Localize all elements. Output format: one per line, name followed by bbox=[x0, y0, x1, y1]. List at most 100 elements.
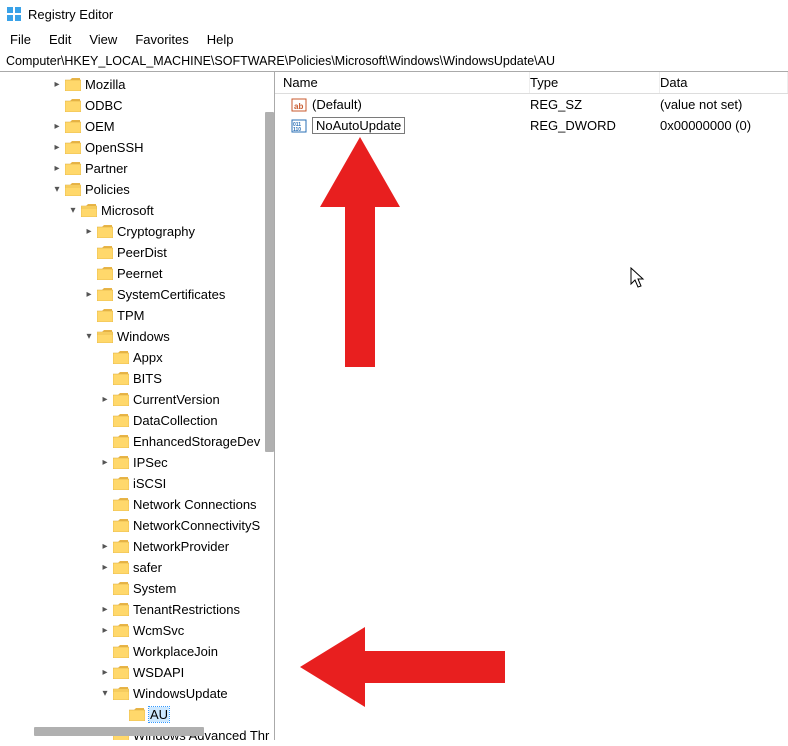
expand-toggle-icon[interactable]: ▸ bbox=[98, 625, 112, 636]
folder-icon bbox=[129, 708, 145, 721]
column-name[interactable]: Name bbox=[275, 72, 530, 93]
tree-node[interactable]: ▸Mozilla bbox=[0, 74, 274, 95]
expand-toggle-icon[interactable]: ▸ bbox=[50, 100, 64, 111]
expand-toggle-icon[interactable]: ▸ bbox=[98, 583, 112, 594]
folder-icon bbox=[113, 498, 129, 511]
expand-toggle-icon[interactable]: ▸ bbox=[98, 667, 112, 678]
tree-node[interactable]: ▸WcmSvc bbox=[0, 620, 274, 641]
tree-node[interactable]: ▾ WindowsUpdate bbox=[0, 683, 274, 704]
folder-icon bbox=[113, 435, 129, 448]
tree-node[interactable]: ▸ NetworkProvider bbox=[0, 536, 274, 557]
tree-node[interactable]: ▸Appx bbox=[0, 347, 274, 368]
annotation-arrow-left-icon bbox=[300, 627, 505, 707]
expand-toggle-icon[interactable]: ▸ bbox=[82, 268, 96, 279]
folder-icon bbox=[65, 141, 81, 154]
expand-toggle-icon[interactable]: ▸ bbox=[98, 499, 112, 510]
folder-icon bbox=[113, 372, 129, 385]
expand-toggle-icon[interactable]: ▸ bbox=[98, 520, 112, 531]
tree-node[interactable]: ▸ Partner bbox=[0, 158, 274, 179]
tree-node-label: DataCollection bbox=[133, 413, 218, 428]
expand-toggle-icon[interactable]: ▸ bbox=[50, 79, 64, 90]
tree-node[interactable]: ▸ DataCollection bbox=[0, 410, 274, 431]
tree-node[interactable]: ▸ WorkplaceJoin bbox=[0, 641, 274, 662]
folder-icon bbox=[113, 624, 129, 637]
tree-node-label: NetworkProvider bbox=[133, 539, 229, 554]
expand-toggle-icon[interactable]: ▸ bbox=[98, 436, 112, 447]
tree-node[interactable]: ▸CurrentVersion bbox=[0, 389, 274, 410]
expand-toggle-icon[interactable]: ▸ bbox=[98, 373, 112, 384]
expand-toggle-icon[interactable]: ▸ bbox=[50, 163, 64, 174]
tree-node-label: Partner bbox=[85, 161, 128, 176]
tree-node-label: BITS bbox=[133, 371, 162, 386]
tree-node[interactable]: ▸ Network Connections bbox=[0, 494, 274, 515]
tree-node[interactable]: ▾Windows bbox=[0, 326, 274, 347]
expand-toggle-icon[interactable]: ▸ bbox=[98, 562, 112, 573]
menu-edit[interactable]: Edit bbox=[49, 32, 71, 47]
tree-node[interactable]: ▸Cryptography bbox=[0, 221, 274, 242]
column-type[interactable]: Type bbox=[530, 72, 660, 93]
vertical-scrollbar-thumb[interactable] bbox=[265, 112, 274, 452]
tree-node[interactable]: ▸System bbox=[0, 578, 274, 599]
tree-node[interactable]: ▸ WSDAPI bbox=[0, 662, 274, 683]
tree-node[interactable]: ▸IPSec bbox=[0, 452, 274, 473]
column-data[interactable]: Data bbox=[660, 72, 788, 93]
value-name[interactable]: NoAutoUpdate bbox=[312, 117, 405, 134]
tree-node[interactable]: ▾Microsoft bbox=[0, 200, 274, 221]
expand-toggle-icon[interactable]: ▸ bbox=[82, 310, 96, 321]
tree-node[interactable]: ▸EnhancedStorageDev bbox=[0, 431, 274, 452]
tree-node[interactable]: ▸OpenSSH bbox=[0, 137, 274, 158]
expand-toggle-icon[interactable]: ▸ bbox=[50, 142, 64, 153]
tree-node[interactable]: ▸TenantRestrictions bbox=[0, 599, 274, 620]
tree-node[interactable]: ▸AU bbox=[0, 704, 274, 725]
folder-icon bbox=[113, 603, 129, 616]
expand-toggle-icon[interactable]: ▸ bbox=[82, 226, 96, 237]
expand-toggle-icon[interactable]: ▸ bbox=[98, 415, 112, 426]
expand-toggle-icon[interactable]: ▾ bbox=[50, 184, 64, 195]
menu-file[interactable]: File bbox=[10, 32, 31, 47]
tree-node[interactable]: ▸ BITS bbox=[0, 368, 274, 389]
expand-toggle-icon[interactable]: ▸ bbox=[98, 394, 112, 405]
address-bar[interactable]: Computer\HKEY_LOCAL_MACHINE\SOFTWARE\Pol… bbox=[0, 51, 788, 72]
menu-help[interactable]: Help bbox=[207, 32, 234, 47]
expand-toggle-icon[interactable]: ▸ bbox=[114, 709, 128, 720]
tree-node[interactable]: ▸ODBC bbox=[0, 95, 274, 116]
folder-icon bbox=[113, 666, 129, 679]
expand-toggle-icon[interactable]: ▾ bbox=[98, 688, 112, 699]
expand-toggle-icon[interactable]: ▸ bbox=[98, 457, 112, 468]
expand-toggle-icon[interactable]: ▸ bbox=[98, 541, 112, 552]
value-data: 0x00000000 (0) bbox=[660, 118, 788, 133]
tree-node-label: Network Connections bbox=[133, 497, 257, 512]
expand-toggle-icon[interactable]: ▸ bbox=[50, 121, 64, 132]
tree-node-label: TPM bbox=[117, 308, 144, 323]
menu-view[interactable]: View bbox=[89, 32, 117, 47]
value-row[interactable]: ab(Default)REG_SZ(value not set) bbox=[275, 94, 788, 115]
horizontal-scrollbar-thumb[interactable] bbox=[34, 727, 204, 736]
expand-toggle-icon[interactable]: ▸ bbox=[98, 478, 112, 489]
content-area: ▸Mozilla▸ODBC▸OEM▸OpenSSH▸Partner▾Polici… bbox=[0, 72, 788, 740]
tree-node[interactable]: ▾Policies bbox=[0, 179, 274, 200]
tree-node[interactable]: ▸safer bbox=[0, 557, 274, 578]
tree-node[interactable]: ▸Peernet bbox=[0, 263, 274, 284]
tree-view[interactable]: ▸Mozilla▸ODBC▸OEM▸OpenSSH▸Partner▾Polici… bbox=[0, 72, 274, 740]
expand-toggle-icon[interactable]: ▸ bbox=[82, 247, 96, 258]
expand-toggle-icon[interactable]: ▸ bbox=[98, 604, 112, 615]
menu-favorites[interactable]: Favorites bbox=[135, 32, 188, 47]
tree-node-label: WindowsUpdate bbox=[133, 686, 228, 701]
tree-node[interactable]: ▸SystemCertificates bbox=[0, 284, 274, 305]
columns-header: Name Type Data bbox=[275, 72, 788, 94]
value-row[interactable]: 011110NoAutoUpdateREG_DWORD0x00000000 (0… bbox=[275, 115, 788, 136]
tree-node[interactable]: ▸iSCSI bbox=[0, 473, 274, 494]
tree-node[interactable]: ▸NetworkConnectivityS bbox=[0, 515, 274, 536]
tree-node-label: WorkplaceJoin bbox=[133, 644, 218, 659]
expand-toggle-icon[interactable]: ▸ bbox=[98, 646, 112, 657]
values-list[interactable]: ab(Default)REG_SZ(value not set)011110No… bbox=[275, 94, 788, 136]
folder-icon bbox=[113, 687, 129, 700]
expand-toggle-icon[interactable]: ▾ bbox=[66, 205, 80, 216]
expand-toggle-icon[interactable]: ▸ bbox=[98, 352, 112, 363]
expand-toggle-icon[interactable]: ▾ bbox=[82, 331, 96, 342]
tree-node-label: WSDAPI bbox=[133, 665, 184, 680]
expand-toggle-icon[interactable]: ▸ bbox=[82, 289, 96, 300]
tree-node[interactable]: ▸PeerDist bbox=[0, 242, 274, 263]
tree-node[interactable]: ▸ TPM bbox=[0, 305, 274, 326]
tree-node[interactable]: ▸OEM bbox=[0, 116, 274, 137]
